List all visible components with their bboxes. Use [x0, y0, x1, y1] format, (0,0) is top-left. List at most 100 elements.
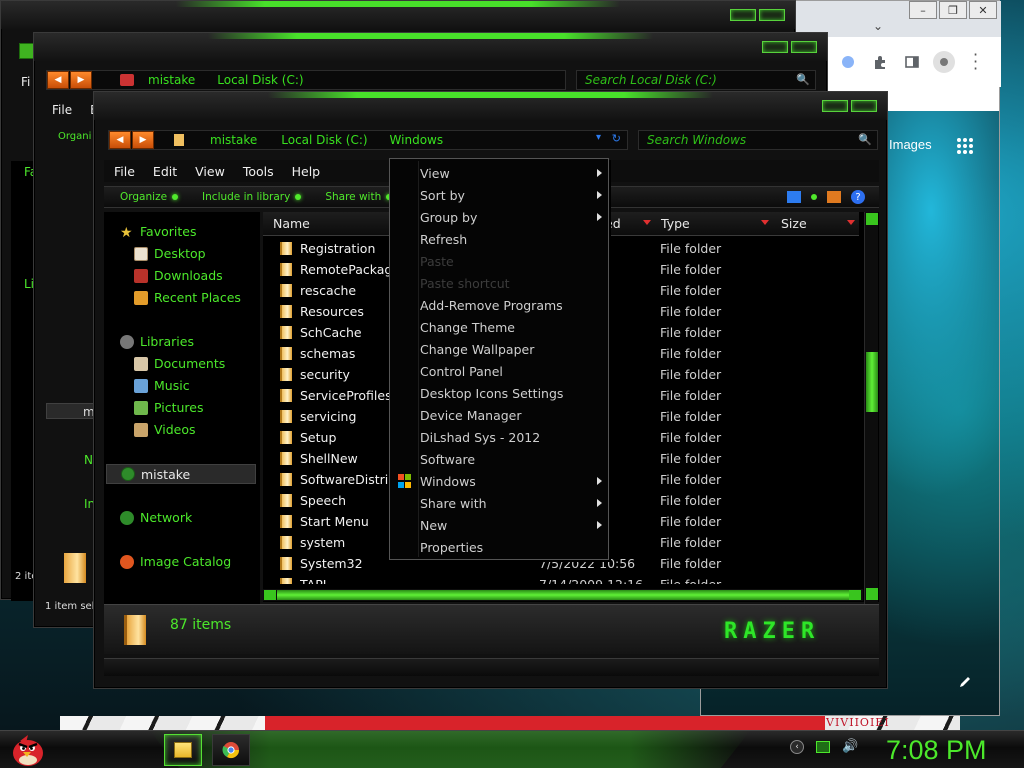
images-link[interactable]: Images	[889, 137, 932, 152]
forward-button[interactable]: ▶	[132, 131, 154, 149]
nav-network-label[interactable]: N	[84, 453, 93, 467]
apps-grid-icon[interactable]	[957, 138, 973, 154]
scroll-down-icon[interactable]	[866, 588, 878, 600]
context-menu-item[interactable]: Device Manager	[420, 404, 606, 426]
refresh-icon[interactable]: ↻	[612, 132, 621, 145]
maximize-button[interactable]	[759, 9, 785, 21]
context-menu-item[interactable]: Desktop Icons Settings	[420, 382, 606, 404]
back-icon[interactable]: ‹	[790, 739, 804, 754]
context-menu-item[interactable]: Properties	[420, 536, 606, 558]
context-menu-label: Change Theme	[420, 319, 515, 335]
organize-button[interactable]: Organi	[58, 131, 91, 142]
breadcrumb-windows[interactable]: Windows	[390, 133, 444, 147]
address-dropdown-icon[interactable]: ▾	[596, 132, 601, 143]
breadcrumb-local-disk[interactable]: Local Disk (C:)	[217, 73, 303, 87]
minimize-button[interactable]	[762, 41, 788, 53]
include-in-library-button[interactable]: Include in library	[202, 191, 302, 203]
scroll-thumb[interactable]	[866, 352, 878, 412]
context-menu-item[interactable]: Sort by	[420, 184, 606, 206]
search-icon[interactable]: 🔍	[858, 133, 872, 146]
context-menu-item[interactable]: Windows	[420, 470, 606, 492]
context-menu-item[interactable]: Software	[420, 448, 606, 470]
taskbar-chrome-button[interactable]	[212, 734, 250, 766]
context-menu-item[interactable]: Add-Remove Programs	[420, 294, 606, 316]
search-input[interactable]: Search Windows 🔍	[638, 130, 878, 150]
context-menu-item[interactable]: Refresh	[420, 228, 606, 250]
maximize-button[interactable]	[791, 41, 817, 53]
menu-view[interactable]: View	[195, 164, 225, 179]
back-button[interactable]: ◀	[109, 131, 131, 149]
nav-libraries[interactable]: Libraries	[120, 334, 194, 349]
breadcrumb-mistake[interactable]: mistake	[210, 133, 257, 147]
close-button[interactable]: ✕	[969, 1, 997, 19]
minimize-button[interactable]: –	[909, 1, 937, 19]
restore-button[interactable]: ❐	[939, 1, 967, 19]
context-menu-item[interactable]: Change Theme	[420, 316, 606, 338]
maximize-button[interactable]	[851, 100, 877, 112]
context-menu-item[interactable]: View	[420, 162, 606, 184]
file-row[interactable]: TAPI 7/14/2009 12:16 File folder	[263, 574, 863, 584]
context-menu-item[interactable]: Control Panel	[420, 360, 606, 382]
context-menu-item[interactable]: DiLshad Sys - 2012	[420, 426, 606, 448]
nav-documents[interactable]: Documents	[134, 356, 225, 371]
nav-recent[interactable]: Recent Places	[134, 290, 241, 305]
scroll-up-icon[interactable]	[866, 213, 878, 225]
share-with-button[interactable]: Share with	[325, 191, 393, 203]
start-button[interactable]	[8, 733, 48, 767]
extension-icon[interactable]	[839, 53, 857, 71]
minimize-button[interactable]	[822, 100, 848, 112]
change-view-icon[interactable]	[787, 191, 801, 203]
nav-desktop[interactable]: Desktop	[134, 246, 206, 261]
menu-file[interactable]: File	[114, 164, 135, 179]
context-menu-item[interactable]: New	[420, 514, 606, 536]
scroll-right-icon[interactable]	[849, 590, 861, 600]
nav-music[interactable]: Music	[134, 378, 190, 393]
column-header-date[interactable]: ed	[603, 212, 655, 236]
address-bar[interactable]: ◀ ▶ mistake Local Disk (C:) Windows ▾ ↻	[108, 130, 628, 150]
menu-file[interactable]: Fi	[21, 75, 30, 89]
help-icon[interactable]: ?	[851, 190, 865, 204]
scroll-left-icon[interactable]	[264, 590, 276, 600]
nav-selected[interactable]: mi	[46, 403, 98, 419]
breadcrumb-mistake[interactable]: mistake	[148, 73, 195, 87]
menu-file[interactable]: File	[52, 103, 72, 117]
nav-downloads[interactable]: Downloads	[134, 268, 223, 283]
nav-computer[interactable]: mistake	[106, 464, 256, 484]
minimize-button[interactable]	[730, 9, 756, 21]
menu-tools[interactable]: Tools	[243, 164, 274, 179]
speaker-icon[interactable]: 🔊	[842, 739, 858, 754]
preview-pane-icon[interactable]	[827, 191, 841, 203]
clock[interactable]: 7:08 PM	[886, 735, 987, 766]
nav-favorites[interactable]: ★ Favorites	[120, 224, 196, 241]
column-header-size[interactable]: Size	[773, 212, 859, 236]
context-menu-item[interactable]: Change Wallpaper	[420, 338, 606, 360]
address-bar[interactable]: ◀ ▶ mistake Local Disk (C:)	[46, 70, 566, 90]
nav-image-catalog[interactable]: Image Catalog	[120, 554, 231, 569]
taskbar-explorer-button[interactable]	[164, 734, 202, 766]
nav-pictures[interactable]: Pictures	[134, 400, 204, 415]
forward-button[interactable]: ▶	[70, 71, 92, 89]
search-icon[interactable]: 🔍	[796, 73, 810, 86]
column-header-type[interactable]: Type	[655, 212, 773, 236]
vertical-scrollbar[interactable]	[864, 212, 878, 604]
breadcrumb-local-disk[interactable]: Local Disk (C:)	[281, 133, 367, 147]
organize-button[interactable]: Organize	[120, 191, 179, 203]
extensions-puzzle-icon[interactable]	[871, 53, 889, 71]
hscroll-thumb[interactable]	[277, 590, 849, 600]
context-menu-item[interactable]: Share with	[420, 492, 606, 514]
nav-videos[interactable]: Videos	[134, 422, 196, 437]
search-input[interactable]: Search Local Disk (C:) 🔍	[576, 70, 816, 90]
view-options-dot[interactable]	[811, 194, 817, 200]
side-panel-icon[interactable]	[903, 53, 921, 71]
tab-search-chevron-icon[interactable]: ⌄	[873, 19, 883, 33]
edit-pencil-icon[interactable]	[958, 674, 972, 693]
menu-help[interactable]: Help	[292, 164, 321, 179]
profile-avatar[interactable]	[933, 51, 955, 73]
horizontal-scrollbar[interactable]	[263, 589, 863, 601]
nav-network[interactable]: Network	[120, 510, 192, 525]
monitor-icon[interactable]	[816, 740, 830, 753]
context-menu-item[interactable]: Group by	[420, 206, 606, 228]
menu-edit[interactable]: Edit	[153, 164, 177, 179]
back-button[interactable]: ◀	[47, 71, 69, 89]
more-menu-icon[interactable]: · · ·	[973, 47, 978, 77]
